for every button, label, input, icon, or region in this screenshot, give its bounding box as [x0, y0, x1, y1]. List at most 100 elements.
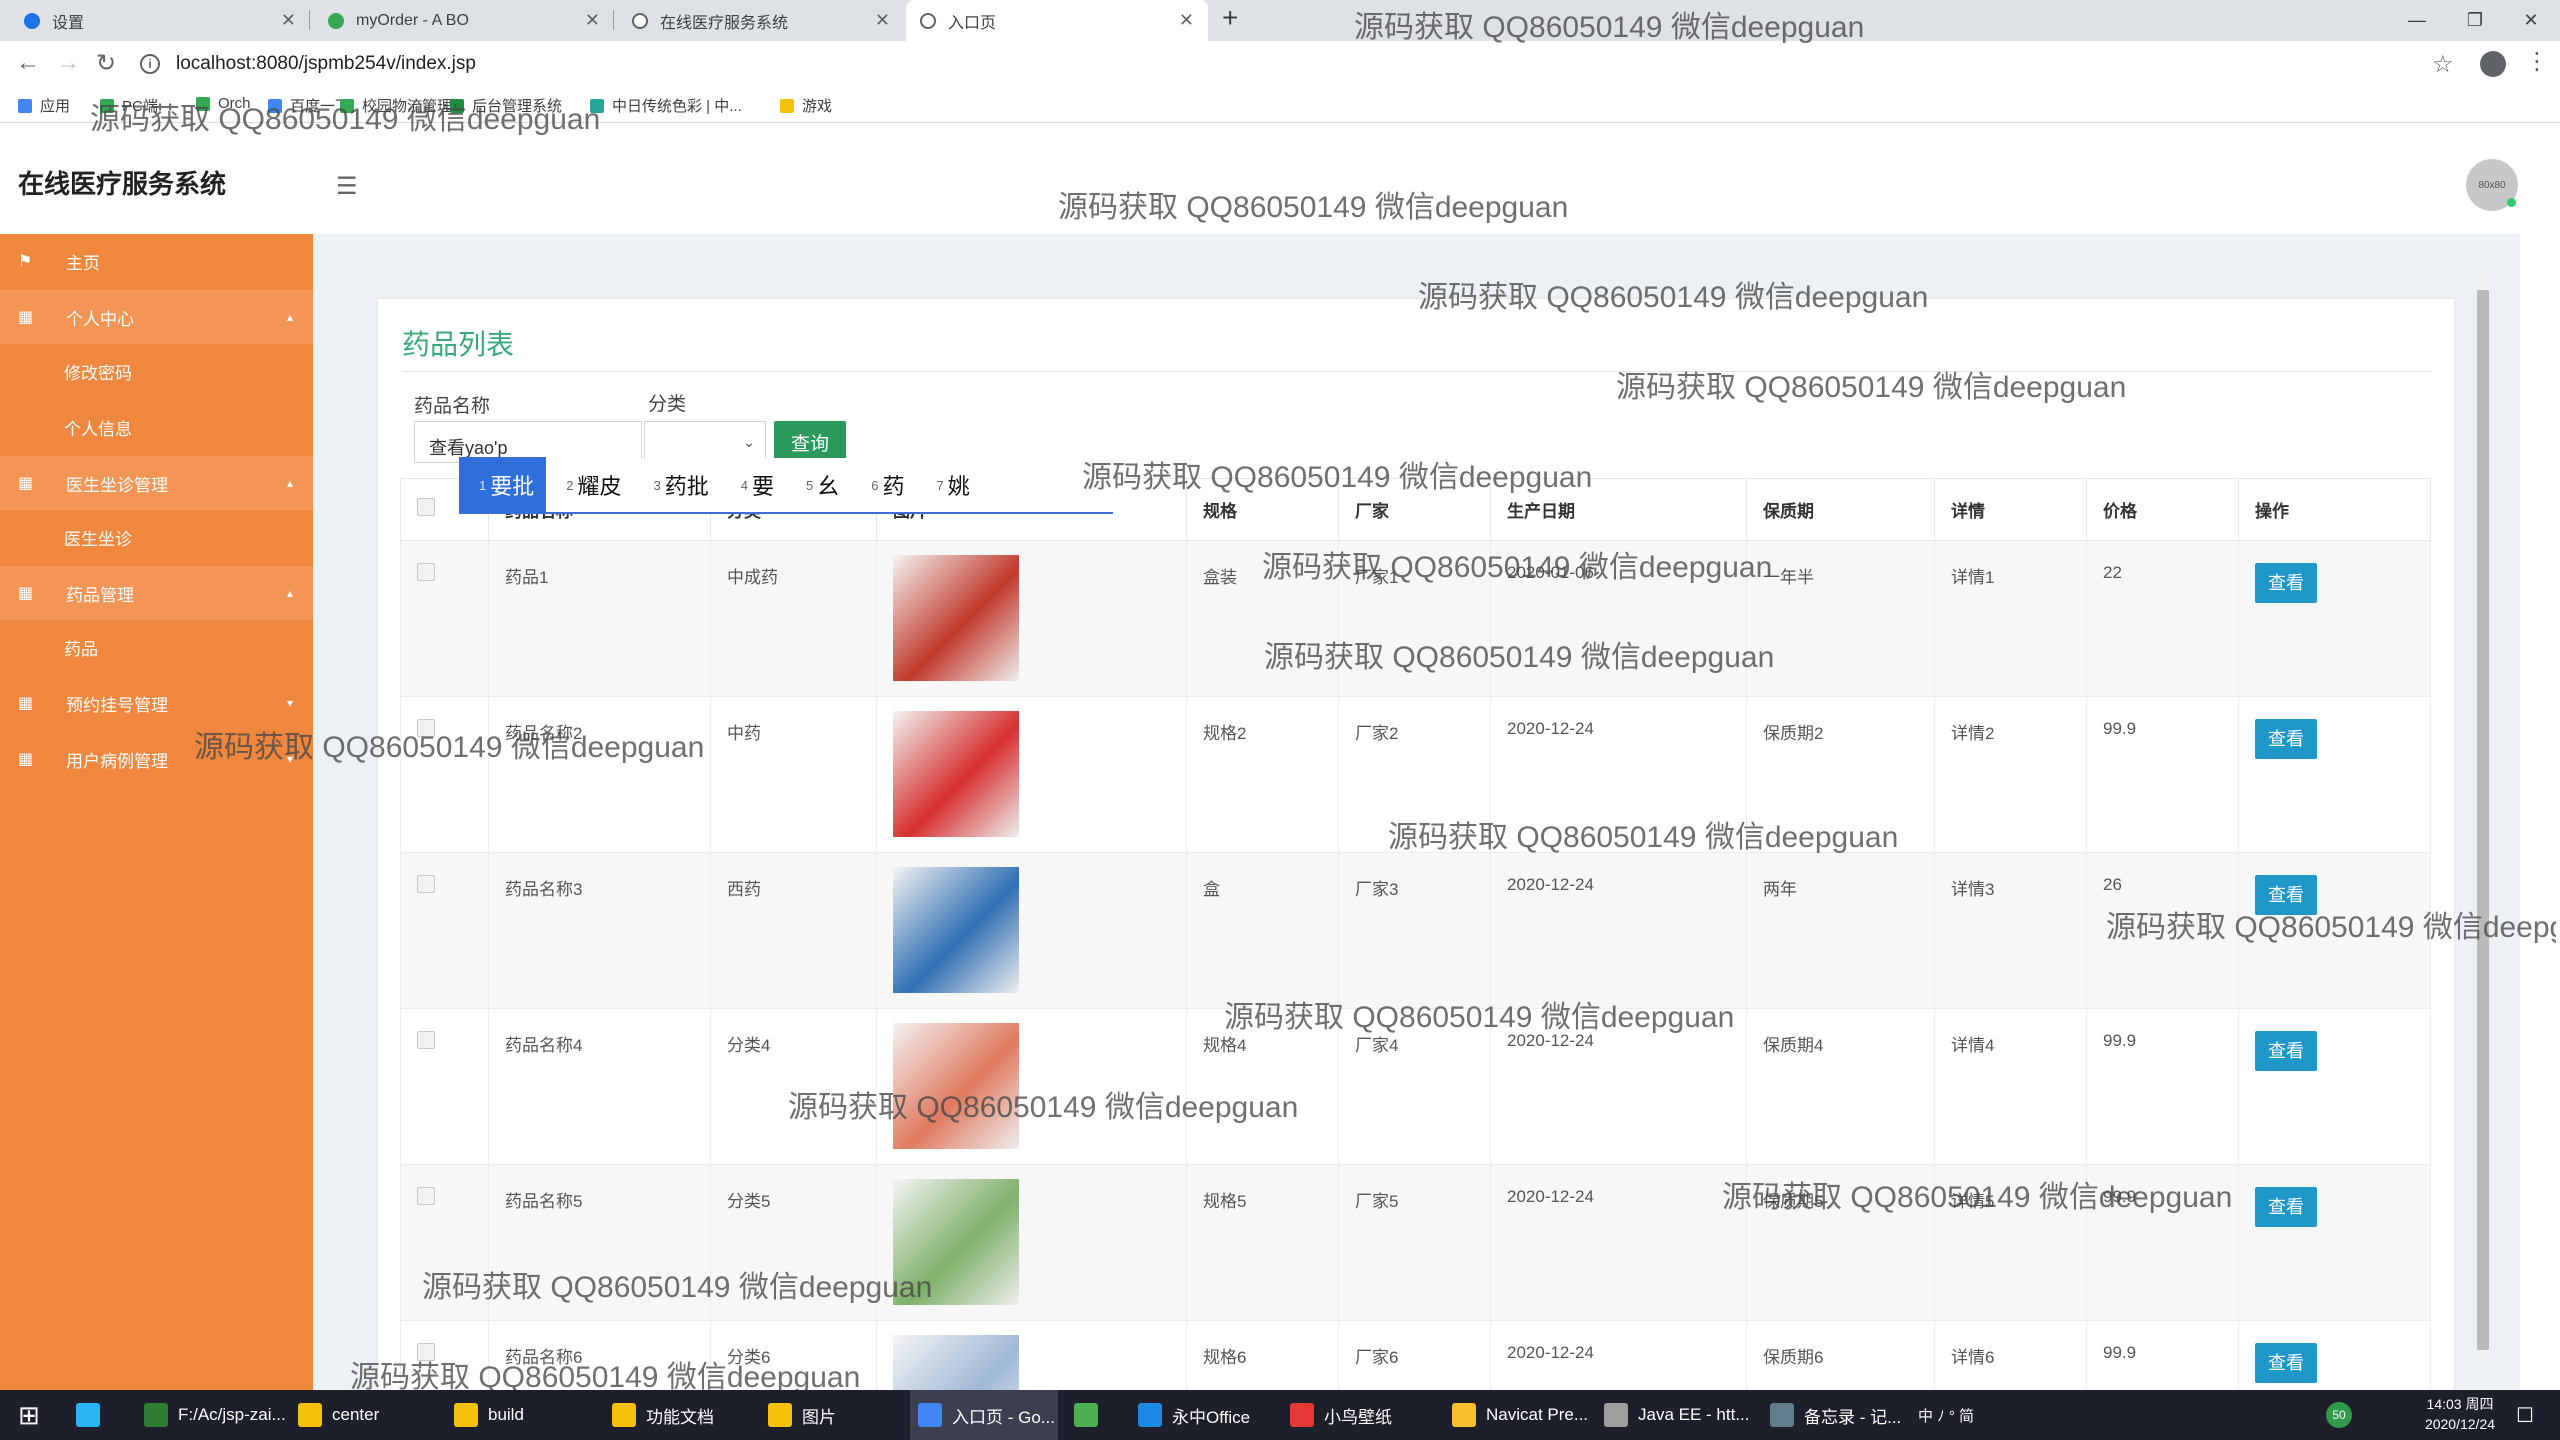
bookmark-star-icon[interactable]: ☆	[2432, 50, 2454, 79]
row-checkbox[interactable]	[417, 875, 435, 893]
app-icon	[144, 1403, 168, 1427]
drug-image	[893, 867, 1019, 993]
taskbar-item[interactable]: 入口页 - Go...	[910, 1390, 1058, 1440]
cell-price: 99.9	[2086, 696, 2239, 853]
taskbar-item[interactable]: F:/Ac/jsp-zai...	[136, 1390, 286, 1440]
bookmark-item[interactable]: 中日传统色彩 | 中...	[590, 95, 742, 116]
back-icon[interactable]: ←	[16, 49, 40, 77]
notification-icon[interactable]: ☐	[2516, 1390, 2534, 1440]
taskbar-item[interactable]: 功能文档	[604, 1390, 752, 1440]
restore-button[interactable]: ❐	[2446, 0, 2504, 41]
sidebar-item-personal-info[interactable]: 个人信息	[0, 400, 313, 454]
view-button[interactable]: 查看	[2255, 719, 2317, 759]
start-button[interactable]: ⊞	[18, 1390, 40, 1440]
close-icon[interactable]: ✕	[585, 10, 600, 31]
sidebar-item-home[interactable]: ⚑ 主页	[0, 234, 313, 288]
forward-icon[interactable]: →	[56, 49, 80, 77]
view-button[interactable]: 查看	[2255, 1187, 2317, 1227]
reload-icon[interactable]: ↻	[96, 49, 116, 78]
app-icon	[1604, 1403, 1628, 1427]
cell-price: 99.9	[2086, 1008, 2239, 1165]
bookmark-apps[interactable]: 应用	[18, 95, 70, 116]
close-icon[interactable]: ✕	[875, 10, 890, 31]
row-checkbox[interactable]	[417, 1031, 435, 1049]
gear-icon	[24, 12, 40, 29]
column-header[interactable]: 保质期	[1746, 478, 1935, 541]
browser-tab-entry[interactable]: 入口页 ✕	[906, 0, 1208, 41]
bookmark-folder[interactable]: 游戏	[780, 95, 832, 116]
watermark: 源码获取 QQ86050149 微信deepguan	[1616, 371, 2127, 404]
close-window-button[interactable]: ✕	[2502, 0, 2560, 41]
app-icon	[454, 1403, 478, 1427]
cell-shelf: 一年半	[1746, 540, 1935, 697]
browser-tab-myorder[interactable]: myOrder - A BO ✕	[314, 0, 614, 41]
ime-candidate[interactable]: 4要	[721, 457, 786, 513]
ime-candidate-bar: 1 要批 2 耀皮 3 药批 4 要 5 幺 6 药 7 姚	[459, 457, 1113, 514]
folder-icon	[780, 98, 794, 113]
ime-candidate[interactable]: 7姚	[917, 457, 982, 513]
chevron-up-icon: ▴	[286, 476, 293, 490]
network-badge[interactable]: 50	[2326, 1390, 2352, 1440]
tab-label: 入口页	[948, 14, 997, 32]
browser-menu-icon[interactable]: ⋮	[2525, 47, 2549, 76]
sidebar-item-doctor[interactable]: 医生坐诊	[0, 510, 313, 564]
column-header[interactable]: 操作	[2238, 478, 2431, 541]
sidebar-item-drug[interactable]: 药品	[0, 620, 313, 674]
close-icon[interactable]: ✕	[1179, 10, 1194, 31]
row-checkbox[interactable]	[417, 1187, 435, 1205]
select-all-checkbox[interactable]	[417, 498, 435, 516]
cell-maker: 厂家3	[1338, 852, 1491, 1009]
account-icon[interactable]	[2480, 51, 2506, 77]
column-header[interactable]: 详情	[1934, 478, 2087, 541]
info-icon[interactable]: i	[140, 54, 160, 74]
sidebar-item-drug-mgmt[interactable]: ▦ 药品管理 ▴	[0, 566, 313, 620]
app-icon	[768, 1403, 792, 1427]
ime-candidate[interactable]: 1 要批	[459, 457, 547, 513]
taskbar-pinned[interactable]	[76, 1390, 110, 1440]
grid-icon: ▦	[18, 475, 34, 492]
row-checkbox[interactable]	[417, 563, 435, 581]
close-icon[interactable]: ✕	[281, 10, 296, 31]
clock[interactable]: 14:03 周四 2020/12/24	[2420, 1394, 2500, 1434]
cell-category: 西药	[710, 852, 877, 1009]
sidebar-item-personal-center[interactable]: ▦ 个人中心 ▴	[0, 290, 313, 344]
cell-shelf: 两年	[1746, 852, 1935, 1009]
system-tray: 中 ﾉ ° 简	[1918, 1407, 1975, 1425]
new-tab-button[interactable]: +	[1222, 2, 1238, 34]
online-status-dot	[2507, 198, 2516, 207]
taskbar-item[interactable]: 备忘录 - 记...	[1762, 1390, 1910, 1440]
minimize-button[interactable]: —	[2388, 0, 2446, 41]
scrollbar-thumb[interactable]	[2477, 290, 2489, 1350]
taskbar-item[interactable]: build	[446, 1390, 594, 1440]
browser-tab-medical[interactable]: 在线医疗服务系统 ✕	[618, 0, 904, 41]
ime-candidate[interactable]: 5幺	[786, 457, 851, 513]
cell-spec: 盒	[1186, 852, 1339, 1009]
ime-candidate[interactable]: 3 药批	[634, 457, 721, 513]
column-header[interactable]: 价格	[2086, 478, 2239, 541]
ime-candidate[interactable]: 6药	[851, 457, 916, 513]
ime-candidate[interactable]: 2 耀皮	[546, 457, 633, 513]
taskbar-item[interactable]: 图片	[760, 1390, 908, 1440]
avatar[interactable]: 80x80	[2466, 159, 2518, 211]
sidebar-item-change-password[interactable]: 修改密码	[0, 344, 313, 398]
cell-detail: 详情1	[1934, 540, 2087, 697]
taskbar-item[interactable]: Java EE - htt...	[1596, 1390, 1750, 1440]
watermark: 源码获取 QQ86050149 微信deepguan	[1418, 281, 1929, 314]
browser-tab-settings[interactable]: 设置 ✕	[10, 0, 310, 41]
taskbar-item[interactable]: Navicat Pre...	[1444, 1390, 1592, 1440]
watermark: 源码获取 QQ86050149 微信deepguan	[1262, 551, 1773, 584]
sidebar-item-doctor-mgmt[interactable]: ▦ 医生坐诊管理 ▴	[0, 456, 313, 510]
taskbar-item[interactable]: 小鸟壁纸	[1282, 1390, 1430, 1440]
taskbar-item[interactable]: center	[290, 1390, 438, 1440]
view-button[interactable]: 查看	[2255, 1343, 2317, 1383]
menu-toggle-icon[interactable]: ☰	[336, 172, 358, 201]
taskbar-item[interactable]: 永中Office	[1130, 1390, 1278, 1440]
url-bar[interactable]: i localhost:8080/jspmb254v/index.jsp	[140, 47, 2420, 81]
watermark: 源码获取 QQ86050149 微信deepguan	[1388, 821, 1899, 854]
view-button[interactable]: 查看	[2255, 1031, 2317, 1071]
view-button[interactable]: 查看	[2255, 563, 2317, 603]
app-icon	[1770, 1403, 1794, 1427]
address-toolbar: ← → ↻ i localhost:8080/jspmb254v/index.j…	[0, 41, 2560, 87]
taskbar-item[interactable]	[1066, 1390, 1122, 1440]
cell-maker: 厂家5	[1338, 1164, 1491, 1321]
